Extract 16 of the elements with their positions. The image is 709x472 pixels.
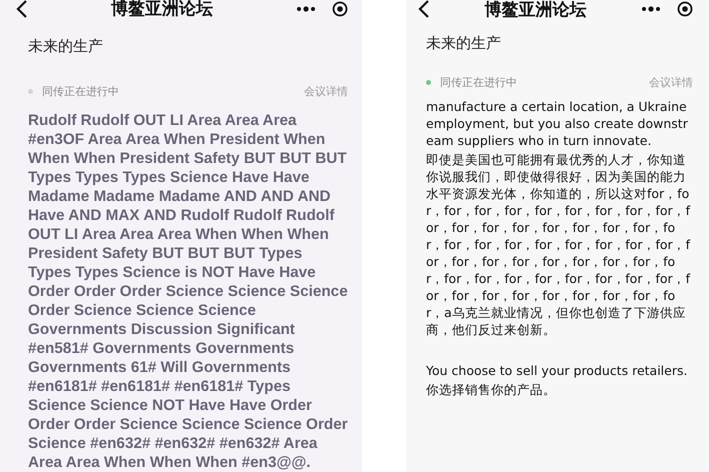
app-title: 博鳌亚洲论坛 <box>484 0 588 20</box>
status-text: 同传正在进行中 <box>440 75 518 90</box>
transcript-text: You choose to sell your products retailers. <box>426 362 688 379</box>
back-icon[interactable] <box>418 0 430 18</box>
transcript-text: 即使是美国也可能拥有最优秀的人才，你知道你说服我们，即使做得很好，因为美国的能力水平资源发光体，你知道的，所以这对for，for，for，for，for，for，for，for，for，for，for，for，for，for，for，for，for，for，for，for，for，for，for，for，for，for，for，for，for，for，for，for，for，for，for，for，for，for，for，for，for，for，for，for，for，for，for，for，for，for，for，for，for，a乌克兰就业情况，但你也创造了下游供应商，他们反过来创新。 <box>426 151 692 338</box>
transcript-text: manufacture a certain location, a Ukraine employment, but you also create downstream suppliers who in turn innovate. <box>426 98 689 149</box>
transcript-text: 你选择销售你的产品。 <box>426 381 557 398</box>
status-text: 同传正在进行中 <box>42 84 120 99</box>
transcript-text: Rudolf Rudolf OUT LI Area Area Area #en3OF Area Area When President When When When President Safety BUT BUT BUT Types Types Types Science Have Have Madame Madame Madame AND AND AND Have AND MAX AND Rudolf Rudolf Rudolf OUT LI Area Area Area When When When President Safety BUT BUT BUT Types Types Types Science is NOT Have Have Order Order Order Science Science Science Order Science Science Science Governments Discussion Significant #en581# Governments Governments Governments 61# Will Governments #en6181# #en6181# #en6181# Types Science Science NOT Have Have Order Order Order Science Science Science Order Science #en632# #en632# #en632# Area Area Area When When When #en3@@. <box>28 111 348 472</box>
session-title: 未来的生产 <box>28 37 103 56</box>
session-title: 未来的生产 <box>426 34 501 53</box>
details-link[interactable]: 会议详情 <box>649 75 693 90</box>
more-icon[interactable] <box>641 6 661 12</box>
details-link[interactable]: 会议详情 <box>304 84 348 99</box>
back-icon[interactable] <box>16 0 28 18</box>
more-icon[interactable] <box>296 6 316 12</box>
